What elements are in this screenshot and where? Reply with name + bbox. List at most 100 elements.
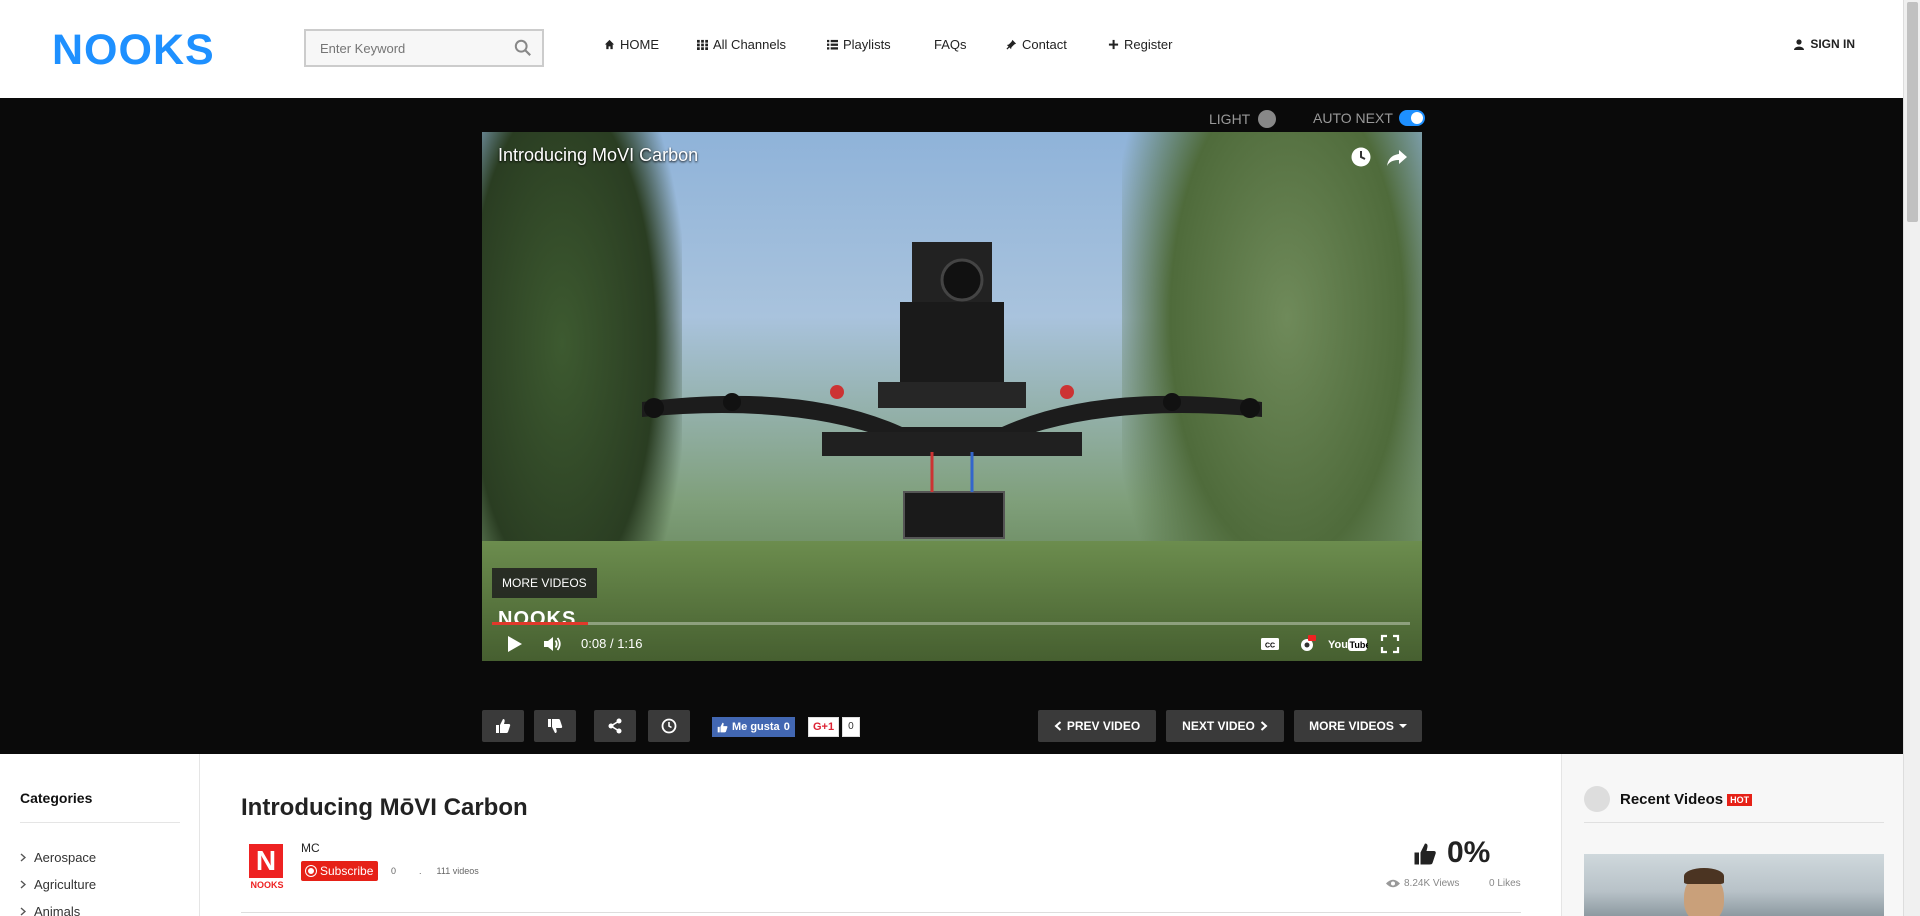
sign-in-label: SIGN IN: [1810, 37, 1855, 51]
subscribe-button[interactable]: Subscribe: [301, 861, 379, 881]
svg-text:Tube: Tube: [1350, 640, 1369, 650]
channel-avatar[interactable]: N NOOKS: [249, 844, 285, 890]
dislike-button[interactable]: [534, 710, 576, 742]
volume-icon[interactable]: [542, 634, 562, 654]
nav-faqs-label: FAQs: [934, 37, 967, 52]
bulb-icon: [1258, 110, 1277, 128]
channel-avatar-label: NOOKS: [250, 880, 284, 890]
page-scrollbar[interactable]: [1903, 0, 1920, 916]
chevron-right-icon: [20, 880, 26, 889]
more-videos-label: MORE VIDEOS: [1309, 719, 1394, 733]
nav-all-channels-label: All Channels: [713, 37, 786, 52]
play-icon[interactable]: [504, 634, 524, 654]
facebook-like-label: Me gusta: [732, 721, 780, 733]
info-divider: [241, 912, 1521, 913]
video-player[interactable]: Introducing MoVI Carbon MORE VIDEOS NOOK…: [482, 132, 1422, 661]
eye-icon: [1386, 879, 1400, 888]
next-video-button[interactable]: NEXT VIDEO: [1166, 710, 1284, 742]
gplus-button[interactable]: G+1 0: [808, 717, 860, 737]
recent-videos-title: Recent Videos: [1620, 791, 1724, 808]
light-toggle[interactable]: LIGHT: [1209, 110, 1277, 128]
facebook-like-button[interactable]: Me gusta 0: [712, 717, 795, 737]
category-item-aerospace[interactable]: Aerospace: [20, 850, 96, 865]
list-icon: [827, 39, 838, 50]
recent-videos-icon: [1584, 786, 1610, 812]
drone-image: [642, 242, 1262, 539]
share-button[interactable]: [594, 710, 636, 742]
recent-videos-heading: Recent Videos HOT: [1620, 791, 1753, 808]
categories-sidebar: Categories Aerospace Agriculture Animals: [0, 754, 200, 916]
fullscreen-icon[interactable]: [1380, 634, 1400, 654]
channel-avatar-letter: N: [249, 844, 283, 878]
prev-video-button[interactable]: PREV VIDEO: [1038, 710, 1156, 742]
settings-gear-icon[interactable]: [1297, 634, 1317, 654]
svg-text:CC: CC: [1265, 643, 1275, 650]
share-arrow-icon[interactable]: [1386, 146, 1408, 168]
nav-home[interactable]: HOME: [604, 37, 659, 52]
prev-video-label: PREV VIDEO: [1066, 719, 1141, 733]
home-icon: [604, 39, 615, 50]
more-videos-overlay-button[interactable]: MORE VIDEOS: [492, 568, 597, 598]
site-logo[interactable]: NOOKS: [52, 26, 215, 75]
chevron-right-icon: [20, 907, 26, 916]
video-title-overlay[interactable]: Introducing MoVI Carbon: [498, 145, 698, 166]
nav-faqs[interactable]: FAQs: [934, 37, 967, 52]
recent-videos-panel: Recent Videos HOT: [1561, 754, 1903, 916]
watch-later-icon[interactable]: [1350, 146, 1372, 168]
watch-later-button[interactable]: [648, 710, 690, 742]
scrollbar-thumb[interactable]: [1907, 2, 1918, 222]
light-label: LIGHT: [1209, 111, 1251, 127]
nav-contact-label: Contact: [1022, 37, 1067, 52]
gplus-label: G+1: [808, 717, 840, 737]
like-ratio-thumb-icon: [1414, 843, 1436, 865]
clock-icon: [661, 718, 677, 734]
nav-playlists-label: Playlists: [843, 37, 891, 52]
time-current: 0:08: [581, 636, 607, 651]
nav-home-label: HOME: [620, 37, 659, 52]
search-icon[interactable]: [514, 39, 532, 57]
auto-next-switch[interactable]: [1398, 110, 1425, 126]
nav-register[interactable]: Register: [1108, 37, 1172, 52]
subscribe-label: Subscribe: [320, 864, 374, 878]
category-label: Animals: [34, 904, 81, 916]
search-box: [304, 29, 544, 67]
video-action-bar: Me gusta 0 G+1 0 PREV VIDEO NEXT VIDEO M…: [482, 710, 1422, 742]
categories-title: Categories: [20, 790, 93, 806]
youtube-logo-icon[interactable]: You Tube: [1328, 634, 1368, 654]
chevron-left-icon: [1054, 721, 1061, 731]
thumbs-down-icon: [548, 719, 563, 733]
progress-fill: [492, 622, 589, 625]
progress-bar[interactable]: [492, 622, 1410, 625]
gplus-count: 0: [842, 717, 860, 737]
site-header: NOOKS HOME All Channels Play: [0, 0, 1903, 98]
search-input[interactable]: [306, 31, 506, 65]
more-videos-dropdown[interactable]: MORE VIDEOS: [1294, 710, 1422, 742]
hot-badge: HOT: [1727, 793, 1753, 806]
category-item-agriculture[interactable]: Agriculture: [20, 877, 96, 892]
nav-contact[interactable]: Contact: [1006, 37, 1067, 52]
category-label: Aerospace: [34, 850, 97, 865]
plus-icon: [1108, 39, 1119, 50]
category-label: Agriculture: [34, 877, 97, 892]
auto-next-toggle[interactable]: AUTO NEXT: [1313, 110, 1425, 126]
nav-playlists[interactable]: Playlists: [827, 37, 891, 52]
captions-icon[interactable]: CC: [1260, 634, 1280, 654]
video-title: Introducing MōVI Carbon: [241, 794, 528, 821]
channel-watermark: NOOKS: [498, 608, 577, 630]
recent-video-thumbnail[interactable]: [1584, 854, 1884, 916]
like-button[interactable]: [482, 710, 524, 742]
view-count-label: 8.24K Views: [1404, 878, 1460, 889]
facebook-thumb-icon: [717, 722, 728, 732]
auto-next-label: AUTO NEXT: [1313, 110, 1393, 126]
channel-name[interactable]: MC: [301, 841, 320, 855]
sign-in-link[interactable]: SIGN IN: [1794, 37, 1855, 51]
category-item-animals[interactable]: Animals: [20, 904, 80, 916]
time-total: 1:16: [617, 636, 643, 651]
caret-down-icon: [1398, 724, 1407, 728]
videos-count-label: 111 videos: [436, 866, 479, 876]
separator-dot: .: [419, 866, 422, 876]
nav-all-channels[interactable]: All Channels: [697, 37, 786, 52]
player-controls: 0:08 / 1:16 CC You Tube: [482, 630, 1422, 660]
view-count: 8.24K Views: [1386, 878, 1459, 889]
subscriber-count: 0: [391, 866, 397, 876]
